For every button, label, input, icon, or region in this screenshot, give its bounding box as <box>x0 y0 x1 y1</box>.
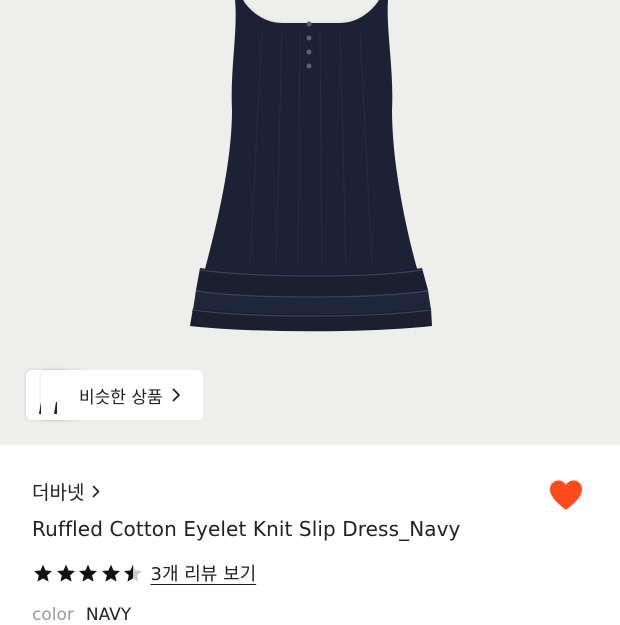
chevron-right-icon <box>93 485 100 498</box>
brand-name: 더바넷 <box>32 482 85 504</box>
star-icon <box>78 564 98 582</box>
chevron-right-icon <box>172 388 180 402</box>
product-title: Ruffled Cotton Eyelet Knit Slip Dress_Na… <box>32 517 461 541</box>
color-label: color <box>32 605 74 625</box>
star-half-icon <box>123 564 143 582</box>
color-row: color NAVY <box>32 605 131 625</box>
color-value: NAVY <box>85 605 132 625</box>
brand-link[interactable]: 더바넷 <box>32 478 100 505</box>
star-rating <box>32 563 145 584</box>
star-icon <box>33 564 53 582</box>
reviews-link[interactable]: 3개 리뷰 보기 <box>151 560 257 586</box>
heart-icon[interactable] <box>548 479 584 512</box>
star-icon <box>101 564 120 582</box>
similar-products-button[interactable]: 비슷한 상품 <box>57 370 203 420</box>
product-image[interactable]: 비슷한 상품 <box>0 0 620 445</box>
rating-row: 3개 리뷰 보기 <box>32 560 256 586</box>
similar-products-label: 비슷한 상품 <box>79 387 163 408</box>
star-icon <box>56 564 75 582</box>
